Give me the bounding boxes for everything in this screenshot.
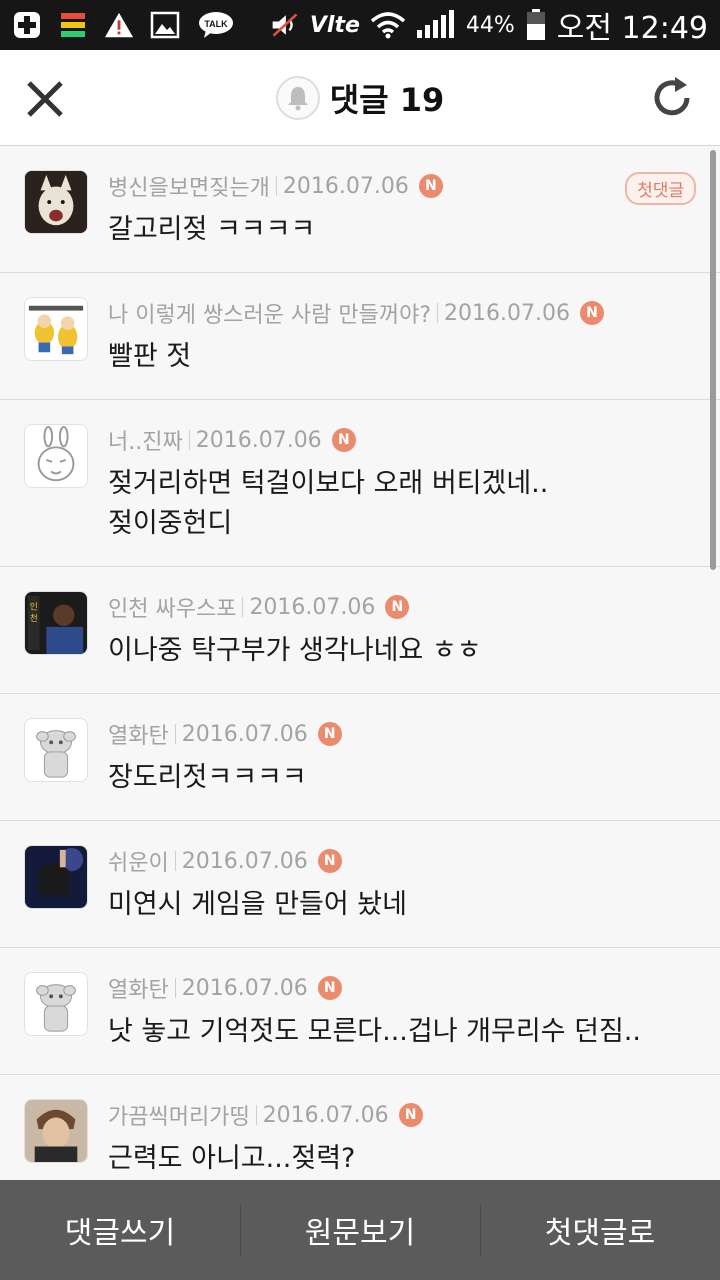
wifi-icon <box>370 10 406 40</box>
comment-author[interactable]: 인천 싸우스포 <box>108 591 236 623</box>
comment-text: 낫 놓고 기억젓도 모른다...겁나 개무리수 던짐.. <box>108 1016 641 1047</box>
clock: 오전 12:49 <box>556 11 708 46</box>
comment-row[interactable]: 열화탄 2016.07.06 N 낫 놓고 기억젓도 모른다...겁나 개무리수… <box>0 948 720 1075</box>
new-badge: N <box>331 428 356 452</box>
comment-row[interactable]: 나 이렇게 쌍스러운 사람 만들꺼야? 2016.07.06 N 빨판 젓 <box>0 273 720 400</box>
close-button[interactable] <box>20 74 70 124</box>
comment-author[interactable]: 가끔씩머리가띵 <box>108 1099 250 1131</box>
close-icon <box>27 81 63 117</box>
divider <box>255 1105 257 1125</box>
comment-date: 2016.07.06 <box>195 427 322 453</box>
scrollbar[interactable] <box>710 150 716 570</box>
divider <box>188 430 190 450</box>
new-badge: N <box>398 1103 423 1127</box>
new-badge: N <box>317 849 342 873</box>
comment-row[interactable]: 너..진짜 2016.07.06 N 젖거리하면 턱걸이보다 오래 버티겠네..… <box>0 400 720 567</box>
refresh-icon <box>654 77 690 116</box>
talk-icon: TALK <box>196 10 236 40</box>
avatar[interactable] <box>24 170 88 234</box>
avatar[interactable] <box>24 1099 88 1163</box>
comment-author[interactable]: 쉬운이 <box>108 845 169 877</box>
first-comment-badge: 첫댓글 <box>625 172 696 205</box>
svg-text:인: 인 <box>30 601 38 612</box>
divider <box>275 176 277 196</box>
comment-date: 2016.07.06 <box>181 848 308 874</box>
comment-row[interactable]: 가끔씩머리가띵 2016.07.06 N 근력도 아니고...젖력? <box>0 1075 720 1180</box>
divider <box>174 978 176 998</box>
avatar[interactable] <box>24 845 88 909</box>
volte-label: Vlte <box>309 12 360 38</box>
image-icon <box>150 10 180 40</box>
divider <box>174 724 176 744</box>
comment-text: 빨판 젓 <box>108 341 192 372</box>
refresh-button[interactable] <box>646 72 698 124</box>
comment-text: 장도리젓ㅋㅋㅋㅋ <box>108 762 307 793</box>
bottom-action-bar: 댓글쓰기 원문보기 첫댓글로 <box>0 1180 720 1280</box>
comment-date: 2016.07.06 <box>282 173 409 199</box>
new-badge: N <box>317 722 342 746</box>
comment-date: 2016.07.06 <box>181 721 308 747</box>
comment-author[interactable]: 열화탄 <box>108 972 169 1004</box>
svg-text:천: 천 <box>30 613 38 624</box>
comment-text: 젖거리하면 턱걸이보다 오래 버티겠네.. 젖이중헌디 <box>108 468 549 539</box>
comment-row[interactable]: 열화탄 2016.07.06 N 장도리젓ㅋㅋㅋㅋ <box>0 694 720 821</box>
comment-list[interactable]: 병신을보면짖는개 2016.07.06 N 갈고리젖 ㅋㅋㅋㅋ 첫댓글 나 이렇… <box>0 146 720 1180</box>
talk-label: TALK <box>204 19 228 29</box>
comment-text: 미연시 게임을 만들어 놨네 <box>108 889 407 920</box>
comment-text: 이나중 탁구부가 생각나네요 ㅎㅎ <box>108 635 482 666</box>
warning-icon <box>104 10 134 40</box>
comment-date: 2016.07.06 <box>249 594 376 620</box>
avatar[interactable] <box>24 972 88 1036</box>
signal-icon <box>416 10 456 40</box>
battery-percent: 44% <box>465 12 515 38</box>
divider <box>437 303 439 323</box>
comment-row[interactable]: 쉬운이 2016.07.06 N 미연시 게임을 만들어 놨네 <box>0 821 720 948</box>
new-badge: N <box>385 595 410 619</box>
comment-date: 2016.07.06 <box>262 1102 389 1128</box>
new-badge: N <box>418 174 443 198</box>
divider <box>242 597 244 617</box>
bell-icon[interactable] <box>275 75 320 120</box>
comment-author[interactable]: 병신을보면짖는개 <box>108 170 270 202</box>
page-title: 댓글 19 <box>329 80 445 119</box>
comment-date: 2016.07.06 <box>181 975 308 1001</box>
comment-text: 근력도 아니고...젖력? <box>108 1143 356 1174</box>
divider <box>174 851 176 871</box>
comment-row[interactable]: 병신을보면짖는개 2016.07.06 N 갈고리젖 ㅋㅋㅋㅋ 첫댓글 <box>0 146 720 273</box>
comment-date: 2016.07.06 <box>444 300 570 326</box>
status-bar: TALK Vlte 44% 오전 12:49 <box>0 0 720 50</box>
comment-author[interactable]: 열화탄 <box>108 718 169 750</box>
plus-icon <box>12 10 42 40</box>
avatar[interactable] <box>24 718 88 782</box>
comments-header: 댓글 19 <box>0 50 720 146</box>
write-comment-button[interactable]: 댓글쓰기 <box>0 1180 240 1280</box>
battery-icon <box>525 9 547 40</box>
avatar[interactable] <box>24 424 88 488</box>
mute-icon <box>270 10 300 40</box>
comment-author[interactable]: 너..진짜 <box>108 424 183 456</box>
view-original-button[interactable]: 원문보기 <box>240 1180 480 1280</box>
avatar[interactable]: 인천 <box>24 591 88 655</box>
new-badge: N <box>579 301 604 325</box>
new-badge: N <box>317 976 342 1000</box>
comment-row[interactable]: 인천 인천 싸우스포 2016.07.06 N 이나중 탁구부가 생각나네요 ㅎ… <box>0 567 720 694</box>
comment-text: 갈고리젖 ㅋㅋㅋㅋ <box>108 214 316 245</box>
go-first-comment-button[interactable]: 첫댓글로 <box>480 1180 720 1280</box>
storage-icon <box>58 10 88 40</box>
avatar[interactable] <box>24 297 88 361</box>
comment-author[interactable]: 나 이렇게 쌍스러운 사람 만들꺼야? <box>108 297 431 329</box>
